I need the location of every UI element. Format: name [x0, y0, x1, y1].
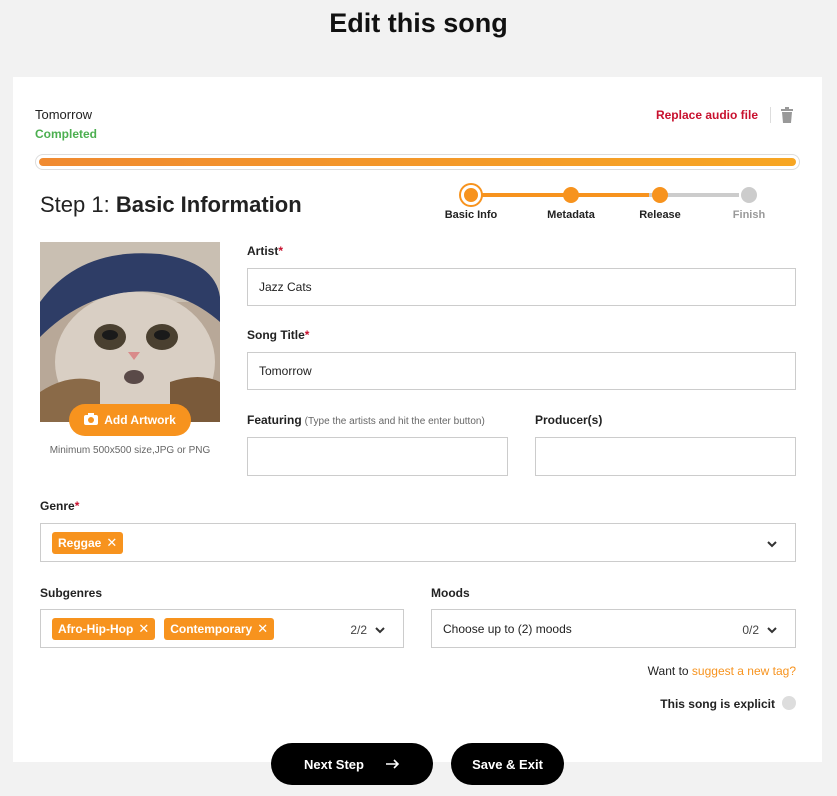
song-status: Completed	[35, 127, 98, 141]
stepper-line-done	[469, 193, 649, 197]
step-dot-basic-info[interactable]	[461, 185, 481, 205]
step-heading: Step 1: Basic Information	[40, 192, 302, 218]
arrow-right-icon	[385, 757, 400, 772]
subgenres-select[interactable]: Afro-Hip-Hop ✕ Contemporary ✕ 2/2	[40, 609, 404, 648]
song-name: Tomorrow	[35, 107, 93, 122]
step-title: Basic Information	[115, 192, 302, 217]
next-step-button[interactable]: Next Step	[271, 743, 433, 785]
subgenres-count: 2/2	[350, 623, 367, 637]
step-label-metadata[interactable]: Metadata	[531, 209, 611, 221]
genre-label-text: Genre	[40, 499, 75, 513]
trash-icon[interactable]	[780, 107, 794, 123]
next-step-label: Next Step	[304, 756, 364, 772]
suggest-prefix: Want to	[647, 664, 689, 678]
song-title-label-text: Song Title	[247, 328, 305, 342]
required-marker: *	[278, 244, 284, 258]
suggest-tag-link[interactable]: suggest a new tag?	[692, 664, 796, 678]
subgenres-label: Subgenres	[40, 586, 103, 600]
featuring-input[interactable]	[247, 437, 508, 476]
progress-fill	[39, 158, 796, 166]
step-dot-finish	[741, 187, 757, 203]
moods-placeholder: Choose up to (2) moods	[443, 621, 572, 636]
suggest-tag-text: Want to suggest a new tag?	[648, 664, 796, 678]
producers-label: Producer(s)	[535, 413, 603, 427]
add-artwork-button[interactable]: Add Artwork	[69, 404, 191, 436]
add-artwork-label: Add Artwork	[104, 413, 176, 427]
step-dot-release[interactable]	[652, 187, 668, 203]
featuring-label-text: Featuring	[247, 413, 302, 427]
featuring-hint: (Type the artists and hit the enter butt…	[304, 416, 485, 427]
artist-input[interactable]: Jazz Cats	[247, 268, 796, 306]
step-prefix: Step 1:	[40, 192, 110, 217]
genre-select[interactable]: Reggae ✕	[40, 523, 796, 562]
subgenre-tag[interactable]: Afro-Hip-Hop ✕	[52, 617, 156, 640]
genre-tag[interactable]: Reggae ✕	[52, 531, 124, 554]
close-icon[interactable]: ✕	[257, 621, 268, 637]
song-title-label: Song Title*	[247, 328, 309, 342]
moods-count: 0/2	[742, 623, 759, 637]
chevron-down-icon[interactable]	[767, 540, 777, 548]
step-label-release[interactable]: Release	[620, 209, 700, 221]
producers-input[interactable]	[535, 437, 796, 476]
step-label-finish: Finish	[732, 209, 766, 221]
tag-label: Contemporary	[170, 621, 253, 636]
divider	[770, 107, 771, 123]
moods-select[interactable]: Choose up to (2) moods 0/2	[431, 609, 796, 648]
required-marker: *	[304, 328, 310, 342]
explicit-label: This song is explicit	[660, 697, 775, 711]
subgenre-tag[interactable]: Contemporary ✕	[164, 617, 275, 640]
tag-label: Reggae	[58, 535, 102, 550]
save-exit-button[interactable]: Save & Exit	[451, 743, 564, 785]
chevron-down-icon[interactable]	[767, 626, 777, 634]
camera-icon	[84, 412, 99, 428]
artist-label-text: Artist	[247, 244, 279, 258]
explicit-toggle[interactable]	[782, 696, 796, 710]
artist-label: Artist*	[247, 244, 283, 258]
step-dot-metadata[interactable]	[563, 187, 579, 203]
step-indicator: Basic Info Metadata Release Finish	[441, 183, 765, 223]
required-marker: *	[74, 499, 80, 513]
genre-label: Genre*	[40, 499, 79, 513]
close-icon[interactable]: ✕	[138, 621, 149, 637]
upload-progress-bar	[35, 154, 800, 170]
song-edit-card: Tomorrow Completed Replace audio file St…	[13, 77, 822, 762]
step-label-basic-info[interactable]: Basic Info	[431, 209, 511, 221]
close-icon[interactable]: ✕	[106, 535, 117, 551]
replace-audio-link[interactable]: Replace audio file	[656, 108, 758, 122]
artwork-image	[40, 242, 220, 422]
featuring-label: Featuring (Type the artists and hit the e…	[247, 413, 485, 427]
tag-label: Afro-Hip-Hop	[58, 621, 134, 636]
page-title: Edit this song	[329, 8, 508, 38]
chevron-down-icon[interactable]	[375, 626, 385, 634]
artwork-hint: Minimum 500x500 size,JPG or PNG	[49, 445, 211, 456]
moods-label: Moods	[431, 586, 470, 600]
song-title-input[interactable]: Tomorrow	[247, 352, 796, 390]
